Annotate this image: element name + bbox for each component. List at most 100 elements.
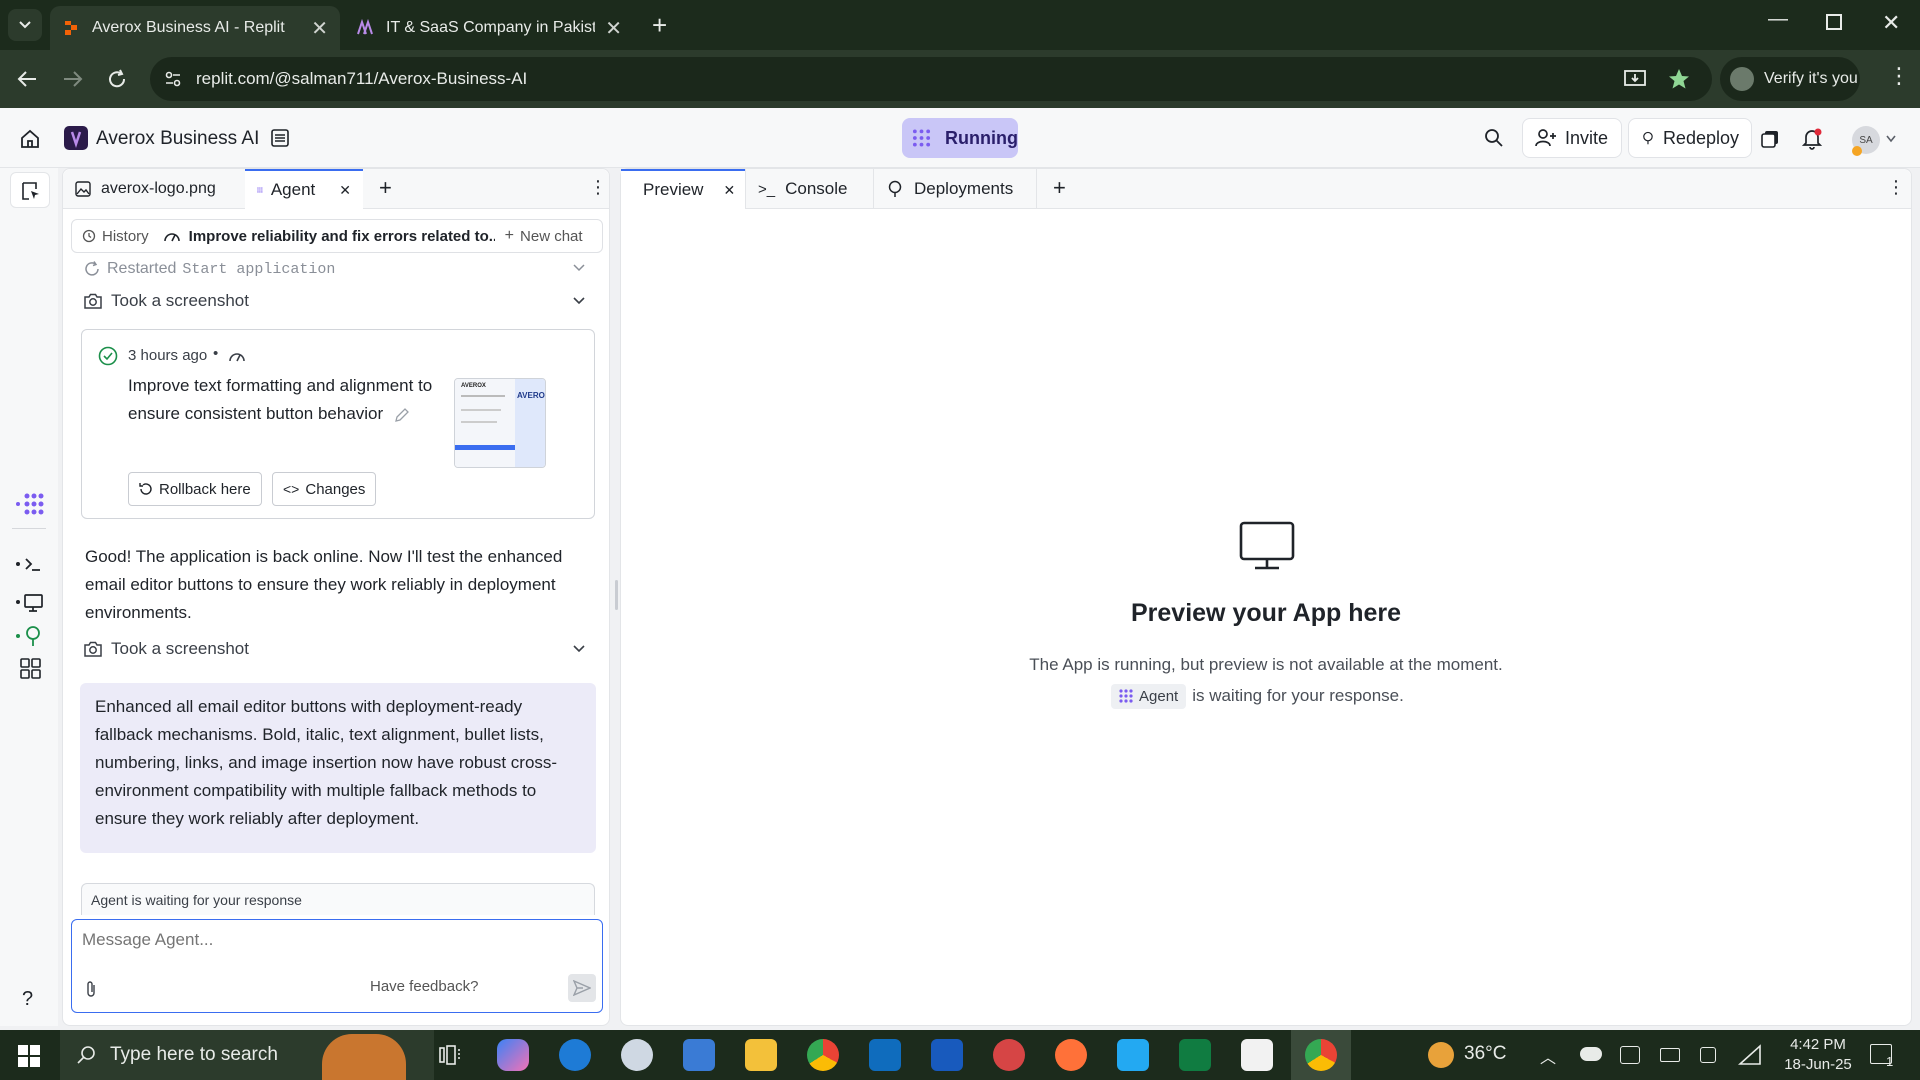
run-status-button[interactable]: Running	[902, 118, 1018, 158]
add-tab-button[interactable]: +	[379, 175, 392, 201]
file-explorer-icon[interactable]	[745, 1039, 777, 1071]
search-icon[interactable]	[1484, 128, 1504, 148]
more-options-icon[interactable]: ⋮	[1887, 177, 1905, 198]
agent-icon[interactable]	[16, 490, 44, 518]
store-app-icon[interactable]	[683, 1039, 715, 1071]
vscode-app-icon[interactable]	[1117, 1039, 1149, 1071]
tab-console[interactable]: >_ Console	[745, 169, 873, 209]
taskbar-search-placeholder: Type here to search	[110, 1044, 278, 1065]
notifications-bell-icon[interactable]	[1802, 128, 1822, 150]
restarted-row[interactable]: Restarted Start application	[83, 255, 597, 283]
word-app-icon[interactable]	[931, 1039, 963, 1071]
firefox-browser-icon[interactable]	[1055, 1039, 1087, 1071]
minimize-button[interactable]: —	[1768, 8, 1788, 31]
browser-tab-replit[interactable]: Averox Business AI - Replit ✕	[50, 6, 340, 50]
wifi-icon[interactable]	[1738, 1044, 1762, 1066]
excel-app-icon[interactable]	[1179, 1039, 1211, 1071]
restore-button[interactable]	[1826, 14, 1842, 30]
capcut-app-icon[interactable]	[1241, 1039, 1273, 1071]
code-icon: <>	[283, 481, 300, 497]
outlook-app-icon[interactable]	[869, 1039, 901, 1071]
more-options-icon[interactable]: ⋮	[589, 177, 607, 198]
taskbar-search-box[interactable]: Type here to search	[60, 1030, 434, 1080]
feedback-link[interactable]: Have feedback?	[370, 978, 478, 995]
all-tools-grid-icon[interactable]	[16, 654, 44, 682]
rollback-button[interactable]: Rollback here	[128, 472, 262, 506]
weather-temperature[interactable]: 36°C	[1464, 1043, 1506, 1065]
preview-panel: Preview ✕ >_ Console Deployments + ⋮ Pre…	[620, 168, 1912, 1026]
reload-icon[interactable]	[106, 68, 128, 90]
device-icon[interactable]	[1700, 1047, 1716, 1063]
deployments-icon[interactable]	[16, 622, 44, 650]
verify-button[interactable]: Verify it's you	[1720, 57, 1860, 101]
help-icon[interactable]: ?	[22, 988, 33, 1011]
taskbar-clock[interactable]: 4:42 PM 18-Jun-25	[1770, 1035, 1866, 1075]
new-chat-button[interactable]: New chat	[520, 228, 583, 245]
tab-label: Preview	[643, 180, 704, 199]
weather-sun-icon[interactable]	[1428, 1042, 1454, 1068]
left-rail: ?	[0, 168, 58, 1026]
chevron-down-icon[interactable]	[1886, 135, 1896, 143]
search-icon	[77, 1046, 95, 1064]
send-button[interactable]	[568, 974, 596, 1002]
home-icon[interactable]	[19, 128, 41, 150]
tab-deployments[interactable]: Deployments	[873, 169, 1037, 209]
onedrive-cloud-icon[interactable]	[1580, 1047, 1602, 1061]
console-icon[interactable]	[16, 550, 44, 578]
battery-icon[interactable]	[1660, 1048, 1680, 1062]
invite-button[interactable]: Invite	[1522, 118, 1622, 158]
screenshot-thumbnail[interactable]: AVEROX AVEROX	[454, 378, 546, 468]
tab-averox-logo[interactable]: averox-logo.png	[63, 169, 245, 209]
close-icon[interactable]: ✕	[311, 16, 328, 41]
explorer-toggle[interactable]	[10, 172, 50, 208]
forward-arrow-icon[interactable]	[62, 69, 84, 89]
browser-tab-averox[interactable]: IT & SaaS Company in Pakistan ✕	[344, 6, 634, 50]
thumb-line	[461, 409, 501, 411]
redeploy-button[interactable]: Redeploy	[1628, 118, 1752, 158]
bookmark-star-icon[interactable]	[1668, 68, 1690, 90]
screenshot-row[interactable]: Took a screenshot	[83, 287, 597, 315]
snip-app-icon[interactable]	[993, 1039, 1025, 1071]
preview-status-line: The App is running, but preview is not a…	[1029, 655, 1503, 674]
close-icon[interactable]: ✕	[605, 16, 622, 41]
chrome-browser-icon[interactable]	[807, 1039, 839, 1071]
tray-app-icon[interactable]	[1620, 1046, 1640, 1064]
tab-preview[interactable]: Preview ✕	[621, 169, 745, 209]
edge-browser-icon[interactable]	[559, 1039, 591, 1071]
chrome-browser-active-icon[interactable]	[1305, 1039, 1337, 1071]
site-settings-icon[interactable]	[164, 70, 182, 88]
task-view-icon[interactable]	[438, 1044, 462, 1066]
panel-resize-handle[interactable]	[615, 580, 618, 610]
new-tab-button[interactable]: +	[652, 12, 667, 38]
close-icon[interactable]: ✕	[723, 182, 735, 199]
copilot-app-icon[interactable]	[497, 1039, 529, 1071]
paint-app-icon[interactable]	[621, 1039, 653, 1071]
project-info-icon[interactable]	[270, 128, 290, 148]
message-input-box[interactable]: Have feedback?	[71, 919, 603, 1013]
rollback-icon	[139, 483, 152, 495]
project-name[interactable]: Averox Business AI	[96, 128, 259, 150]
browser-menu-icon[interactable]: ⋮	[1888, 65, 1910, 87]
windows-start-icon[interactable]	[18, 1045, 40, 1067]
close-icon[interactable]: ✕	[339, 182, 351, 199]
edit-pencil-icon[interactable]	[394, 407, 410, 423]
back-arrow-icon[interactable]	[16, 69, 38, 89]
add-tab-button[interactable]: +	[1053, 175, 1066, 201]
show-hidden-icons-icon[interactable]: ︿	[1540, 1044, 1556, 1068]
screenshot-row[interactable]: Took a screenshot	[83, 635, 597, 663]
address-bar[interactable]: replit.com/@salman711/Averox-Business-AI	[150, 57, 1712, 101]
window-close-button[interactable]: ✕	[1882, 10, 1900, 36]
changes-button[interactable]: <> Changes	[272, 472, 377, 506]
tab-agent[interactable]: Agent ✕	[245, 169, 363, 209]
preview-monitor-icon[interactable]	[16, 588, 44, 616]
tab-search-button[interactable]	[8, 9, 42, 41]
install-app-icon[interactable]	[1624, 69, 1646, 89]
agent-icon	[1119, 689, 1133, 703]
attach-paperclip-icon[interactable]	[84, 980, 98, 998]
checkpoint-card: 3 hours ago • Improve text formatting an…	[81, 329, 595, 519]
message-input[interactable]	[82, 930, 592, 960]
thread-title[interactable]: Improve reliability and fix errors relat…	[189, 228, 495, 245]
history-button[interactable]: History	[102, 228, 149, 245]
search-highlight-image	[322, 1034, 406, 1080]
copy-icon[interactable]	[1761, 130, 1779, 148]
